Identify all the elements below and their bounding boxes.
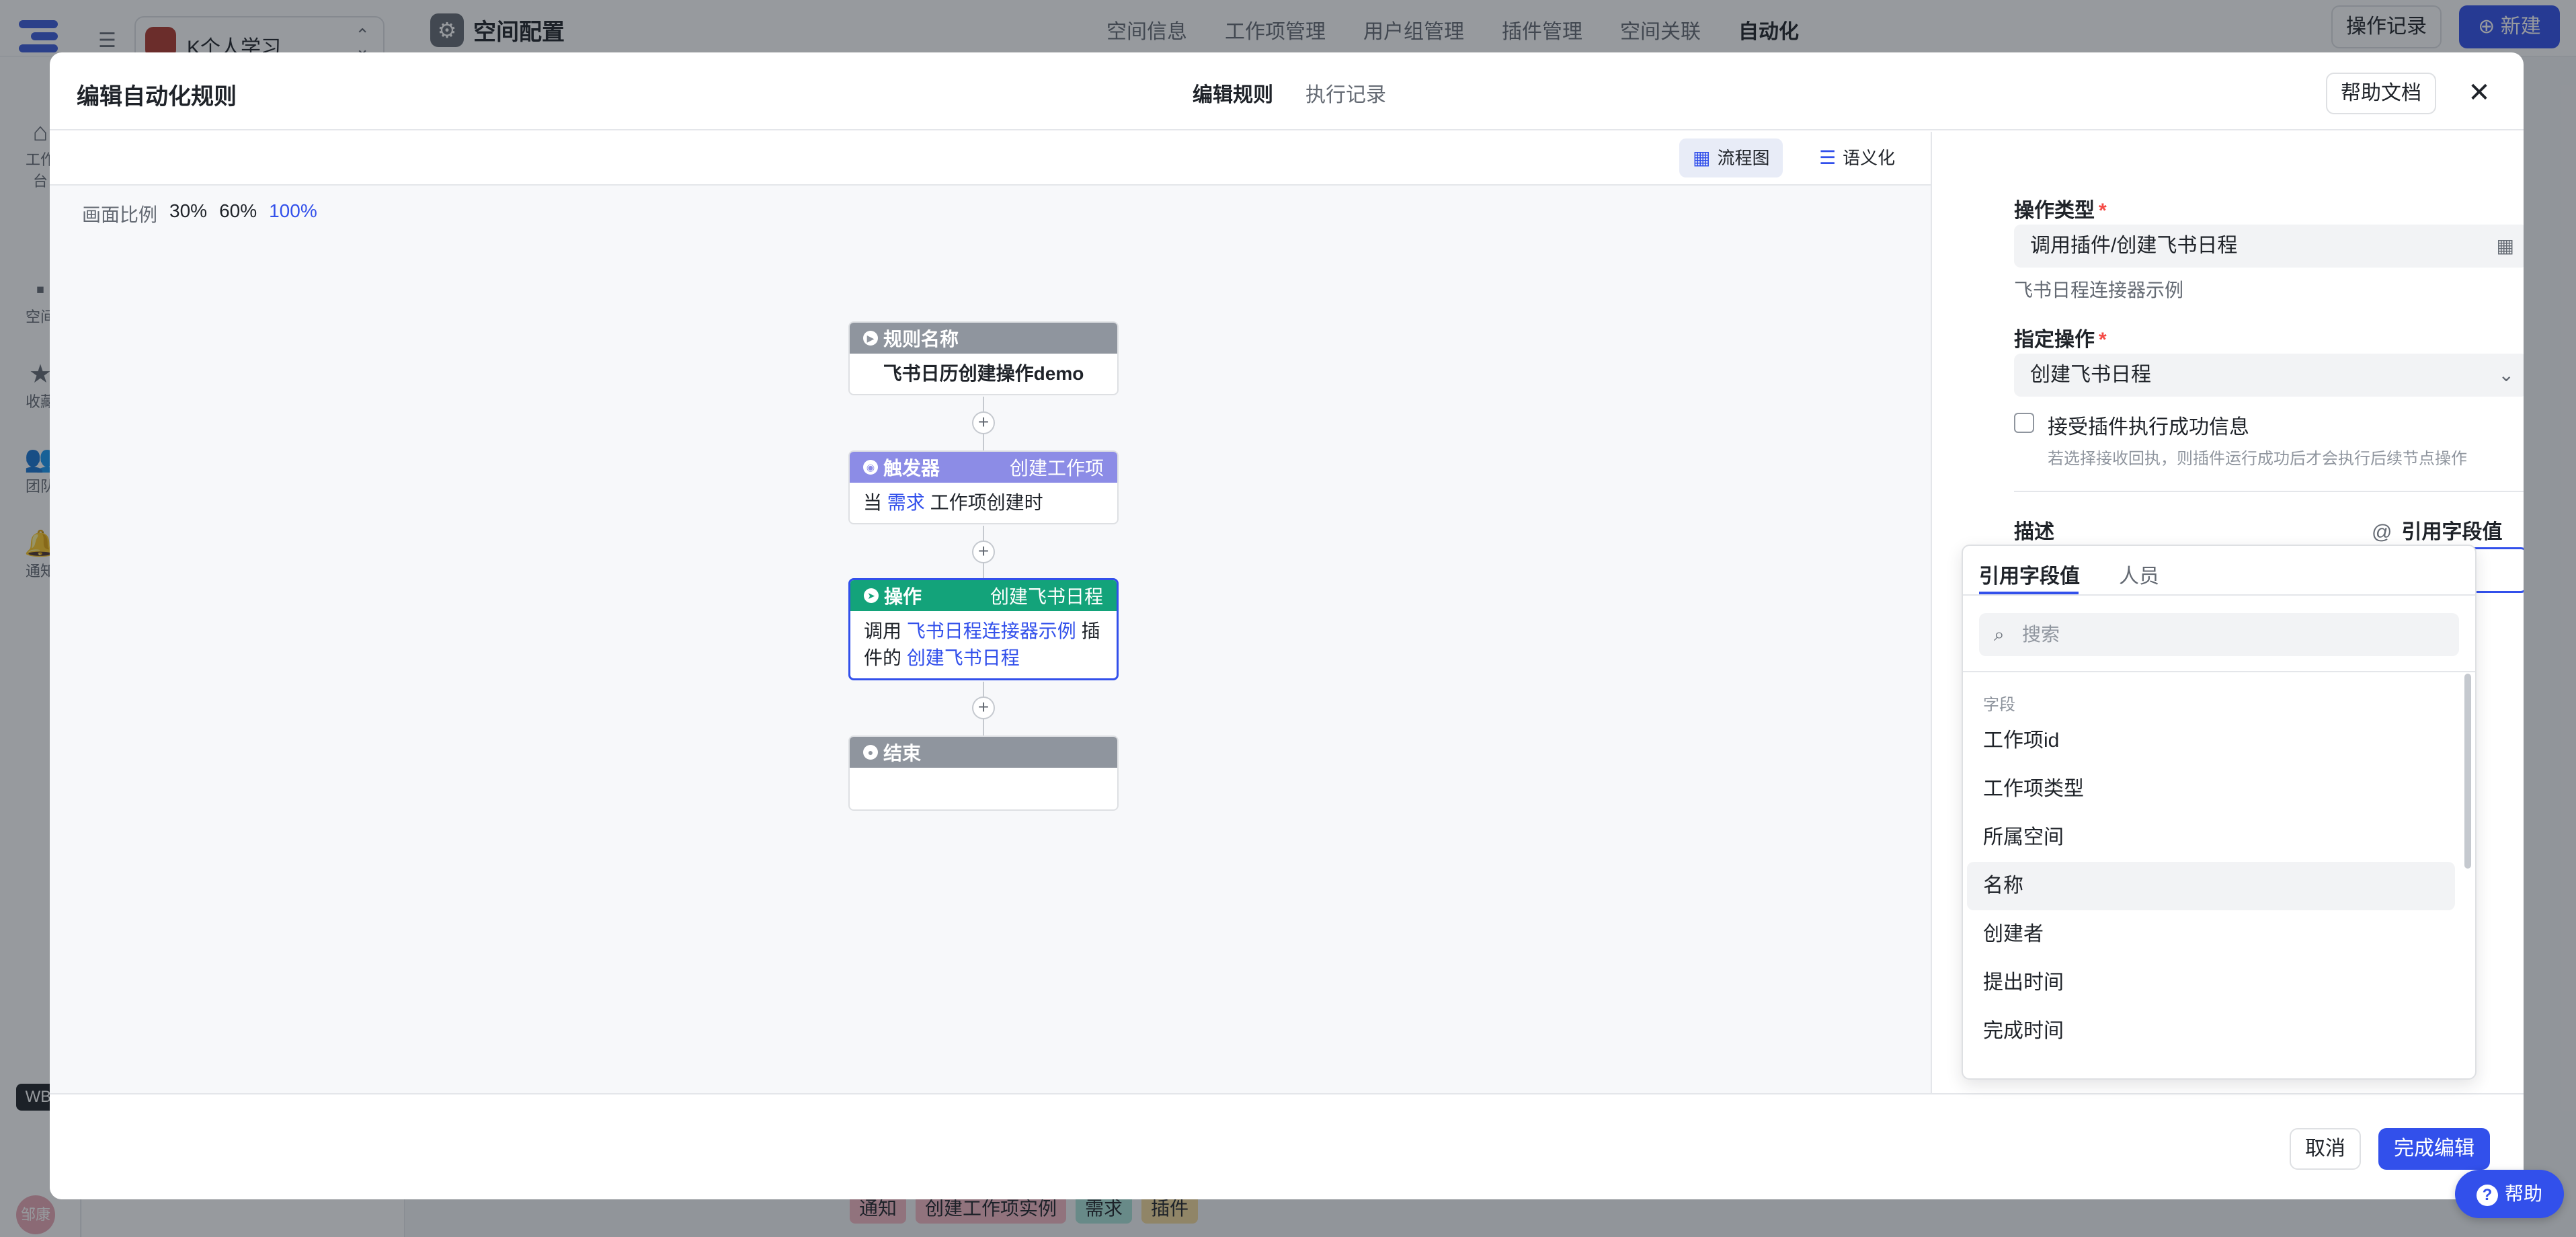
node-head: ➤ 操作 创建飞书日程 (850, 580, 1117, 611)
field-value: 调用插件/创建飞书日程 (2030, 235, 2238, 257)
chevron-down-icon: ⌄ (2498, 364, 2514, 385)
view-semantic-button[interactable]: ☰ 语义化 (1806, 138, 1908, 177)
node-head-label: 触发器 (883, 458, 940, 479)
add-node-button[interactable]: + (972, 696, 995, 719)
flowchart-icon: ▦ (1693, 147, 1711, 168)
field-list: 工作项id 工作项类型 所属空间 名称 创建者 提出时间 完成时间 (1967, 717, 2455, 1055)
stop-icon: ● (863, 745, 878, 760)
group-label: 字段 (1983, 696, 2015, 714)
zoom-bar: 画面比例 30% 60% 100% (82, 200, 317, 227)
link-text: 飞书日程连接器示例 (906, 621, 1076, 641)
divider (1963, 671, 2475, 672)
node-head: ● 结束 (850, 737, 1117, 768)
link-text: 需求 (887, 492, 925, 513)
help-button[interactable]: ? 帮助 (2455, 1170, 2564, 1218)
label-text: 指定操作 (2014, 329, 2095, 351)
modal-title: 编辑自动化规则 (77, 84, 237, 110)
required-mark: * (2099, 200, 2107, 222)
tab-people[interactable]: 人员 (2119, 559, 2159, 589)
tab-exec-log[interactable]: 执行记录 (1305, 78, 1386, 108)
node-head: ◉ 触发器 创建工作项 (850, 452, 1117, 483)
tab-indicator (1979, 592, 2079, 594)
cancel-button[interactable]: 取消 (2290, 1128, 2361, 1170)
dropdown-search-input[interactable]: ⌕ 搜索 (1979, 613, 2459, 656)
field-ref-dropdown: 引用字段值 人员 ⌕ 搜索 字段 工作项id 工作项类型 所属空间 名称 创建者… (1962, 545, 2477, 1080)
zoom-60[interactable]: 60% (219, 200, 257, 227)
search-icon: ⌕ (1994, 624, 2005, 645)
list-item[interactable]: 所属空间 (1967, 813, 2455, 862)
node-head-label: 规则名称 (883, 329, 959, 350)
node-head: ▶ 规则名称 (850, 323, 1117, 354)
list-item[interactable]: 工作项类型 (1967, 765, 2455, 813)
node-head-label: 结束 (883, 743, 922, 764)
node-trigger[interactable]: ◉ 触发器 创建工作项 当 需求 工作项创建时 (848, 450, 1119, 524)
checkbox-label: 接受插件执行成功信息 (2048, 416, 2249, 438)
question-icon: ? (2476, 1184, 2498, 1206)
field-value: 创建飞书日程 (2030, 364, 2151, 386)
op-label: 指定操作 * (2014, 323, 2107, 352)
list-item[interactable]: 名称 (1967, 862, 2455, 910)
list-item[interactable]: 完成时间 (1967, 1007, 2455, 1055)
zoom-label: 画面比例 (82, 204, 158, 225)
tab-edit-rule[interactable]: 编辑规则 (1193, 78, 1273, 108)
search-placeholder: 搜索 (2022, 624, 2060, 645)
checkbox-hint: 若选择接收回执，则插件运行成功后才会执行后续节点操作 (2048, 450, 2467, 468)
view-toolbar: ▦ 流程图 ☰ 语义化 (50, 132, 1931, 186)
flow-canvas[interactable]: ▦ 流程图 ☰ 语义化 画面比例 30% 60% 100% ▶ 规则名称 飞书日历… (50, 132, 1931, 1093)
list-item[interactable]: 工作项id (1967, 717, 2455, 765)
node-head-right: 创建工作项 (1009, 458, 1104, 479)
ref-field-button[interactable]: @ 引用字段值 (2372, 515, 2502, 545)
add-node-button[interactable]: + (972, 541, 995, 563)
text: 当 (863, 492, 883, 513)
modal-footer: 取消 完成编辑 (50, 1093, 2524, 1199)
modal-header: 编辑自动化规则 编辑规则 执行记录 帮助文档 ✕ (50, 52, 2524, 130)
play-icon: ▶ (863, 331, 878, 346)
apps-icon: ▦ (2496, 235, 2514, 256)
text: 工作项创建时 (930, 492, 1043, 513)
text: 调用 (864, 621, 902, 641)
modal-tabs: 编辑规则 执行记录 (1193, 78, 1386, 108)
close-icon[interactable]: ✕ (2460, 74, 2498, 112)
ref-label: 引用字段值 (2401, 521, 2503, 543)
help-doc-button[interactable]: 帮助文档 (2326, 73, 2436, 114)
node-trigger-body: 当 需求 工作项创建时 (850, 483, 1117, 523)
node-action[interactable]: ➤ 操作 创建飞书日程 调用 飞书日程连接器示例 插件的 创建飞书日程 (848, 578, 1119, 680)
add-node-button[interactable]: + (972, 411, 995, 434)
at-icon: @ (2372, 521, 2392, 543)
list-item[interactable]: 提出时间 (1967, 959, 2455, 1007)
label-text: 操作类型 (2014, 200, 2095, 222)
node-end[interactable]: ● 结束 (848, 735, 1119, 811)
op-type-field[interactable]: 调用插件/创建飞书日程 ▦ (2014, 225, 2524, 268)
trigger-icon: ◉ (863, 460, 878, 475)
op-select[interactable]: 创建飞书日程 ⌄ (2014, 354, 2524, 397)
node-action-body: 调用 飞书日程连接器示例 插件的 创建飞书日程 (850, 611, 1117, 678)
required-mark: * (2099, 329, 2107, 351)
node-rule-name[interactable]: ▶ 规则名称 飞书日历创建操作demo (848, 321, 1119, 395)
help-label: 帮助 (2504, 1183, 2542, 1204)
node-rule-body: 飞书日历创建操作demo (883, 363, 1084, 384)
divider (2014, 491, 2524, 492)
desc-label: 描述 (2014, 521, 2054, 543)
zoom-100[interactable]: 100% (269, 200, 317, 227)
view-label: 语义化 (1843, 148, 1896, 168)
tab-ref-field[interactable]: 引用字段值 (1979, 559, 2080, 589)
link-text: 创建飞书日程 (906, 647, 1020, 668)
action-icon: ➤ (864, 588, 879, 603)
node-head-right: 创建飞书日程 (990, 586, 1103, 607)
scrollbar[interactable] (2464, 674, 2471, 869)
node-end-body (850, 768, 1117, 809)
node-head-label: 操作 (884, 586, 922, 607)
done-button[interactable]: 完成编辑 (2378, 1128, 2490, 1170)
list-item[interactable]: 创建者 (1967, 910, 2455, 959)
op-type-label: 操作类型 * (2014, 194, 2107, 223)
receive-success-checkbox[interactable] (2014, 413, 2034, 433)
zoom-30[interactable]: 30% (169, 200, 207, 227)
view-flowchart-button[interactable]: ▦ 流程图 (1679, 138, 1783, 177)
op-type-plugin: 飞书日程连接器示例 (2014, 280, 2184, 301)
view-label: 流程图 (1717, 148, 1770, 168)
dropdown-tabs: 引用字段值 人员 (1963, 546, 2475, 596)
list-icon: ☰ (1819, 147, 1837, 168)
